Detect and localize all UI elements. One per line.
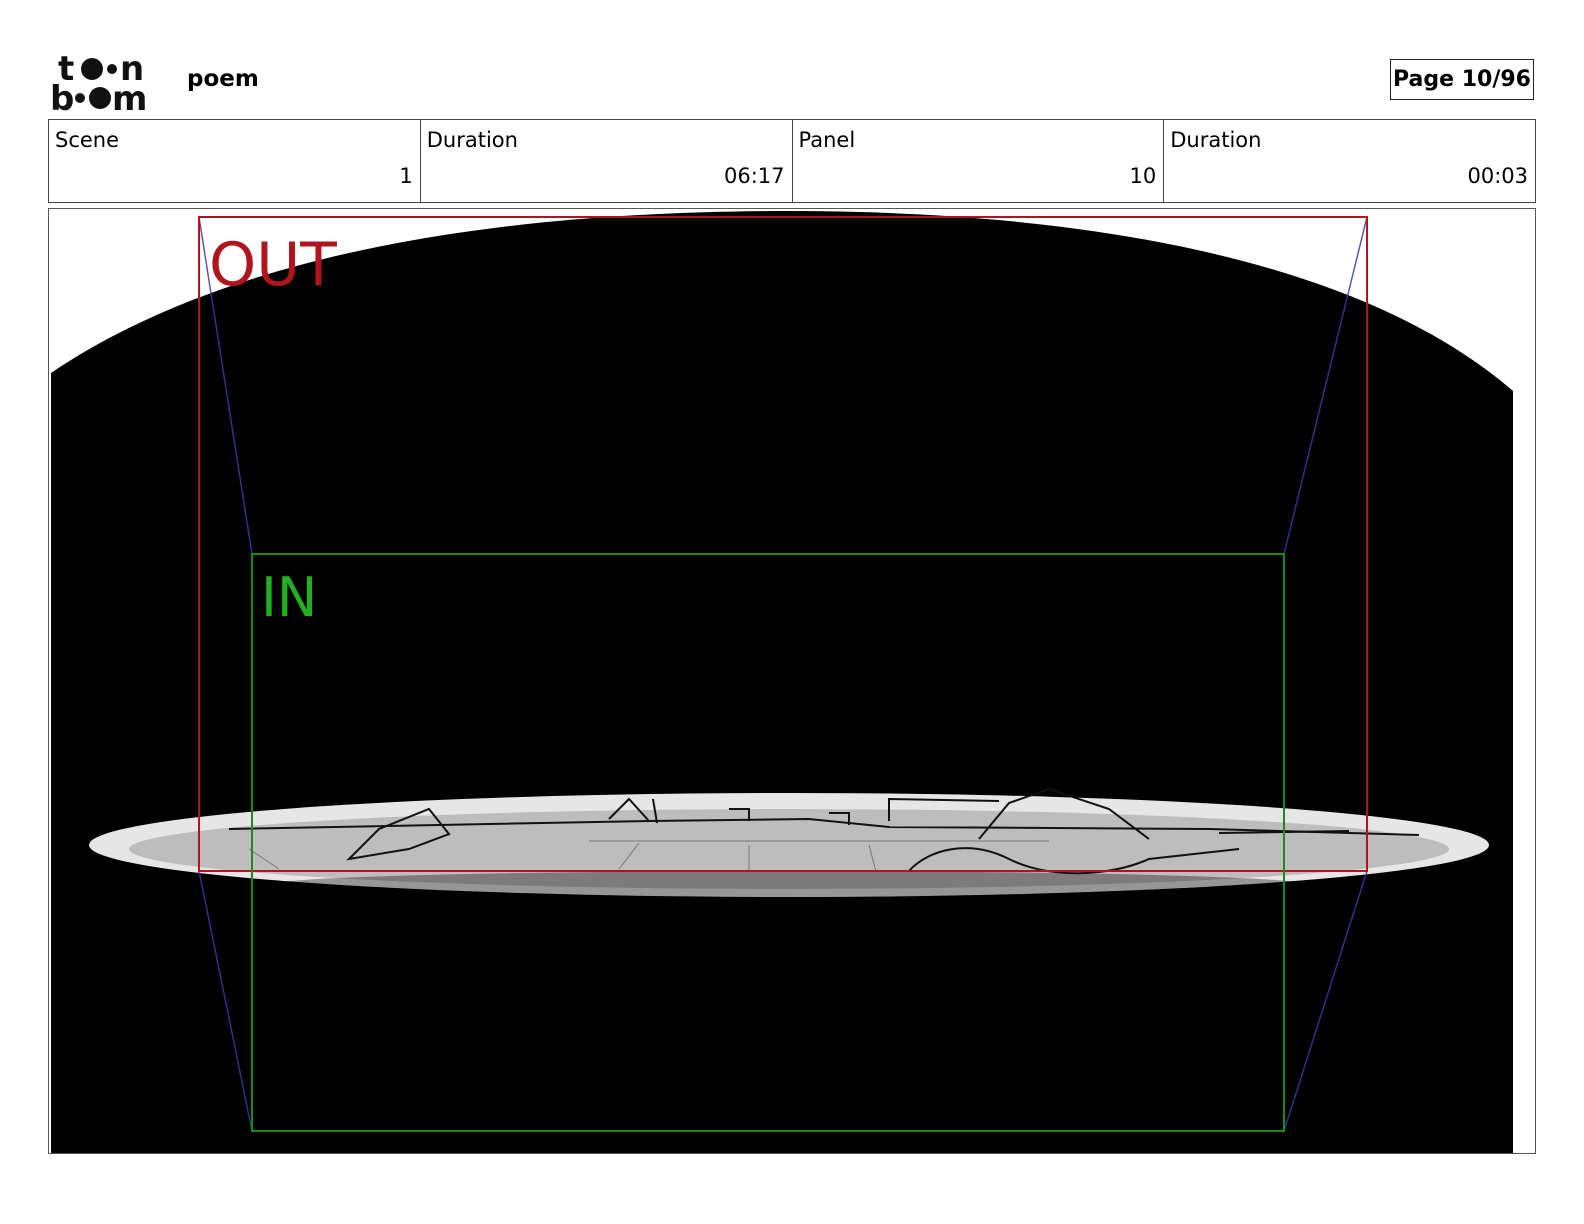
- in-frame-label: IN: [261, 566, 318, 629]
- storyboard-panel: OUT IN: [48, 208, 1536, 1154]
- page-indicator: Page 10/96: [1390, 59, 1534, 100]
- panel-value: 10: [1129, 164, 1157, 188]
- panel-duration-label: Duration: [1170, 128, 1262, 152]
- panel-label: Panel: [798, 128, 856, 152]
- panel-drawing: [49, 209, 1535, 1153]
- out-frame-label: OUT: [209, 230, 337, 300]
- panel-info-table: Scene 1 Duration 06:17 Panel 10 Duration…: [48, 119, 1536, 203]
- toon-boom-logo: t n b m: [50, 49, 164, 119]
- scene-value: 1: [399, 164, 413, 188]
- scene-cell: Scene 1: [49, 120, 421, 202]
- panel-cell: Panel 10: [793, 120, 1165, 202]
- svg-text:b: b: [50, 79, 74, 112]
- scene-label: Scene: [55, 128, 120, 152]
- svg-text:m: m: [112, 79, 147, 112]
- panel-duration-value: 00:03: [1467, 164, 1528, 188]
- scene-duration-label: Duration: [426, 128, 518, 152]
- ground-shadow: [269, 871, 1309, 899]
- night-dome: [51, 211, 1513, 1153]
- project-title: poem: [187, 66, 259, 92]
- scene-duration-cell: Duration 06:17: [421, 120, 793, 202]
- panel-duration-cell: Duration 00:03: [1164, 120, 1535, 202]
- scene-duration-value: 06:17: [723, 164, 785, 188]
